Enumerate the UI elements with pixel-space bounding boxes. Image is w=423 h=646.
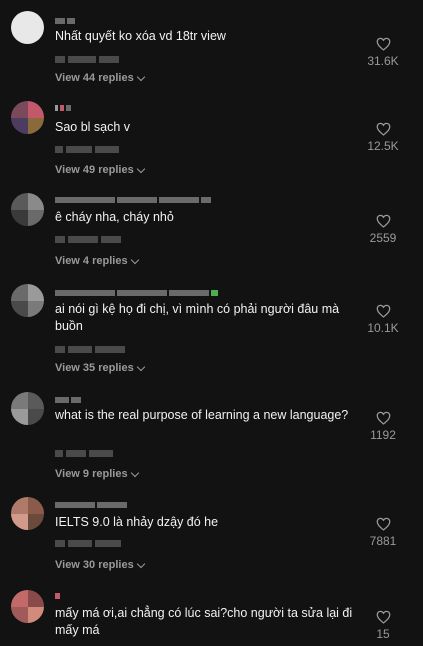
avatar[interactable] [11, 193, 44, 226]
chevron-down-icon [130, 468, 139, 477]
like-count: 31.6K [367, 54, 399, 68]
username-blurred[interactable] [55, 501, 127, 509]
like-count: 1192 [370, 428, 396, 442]
like-count: 2559 [369, 231, 397, 245]
username-blurred[interactable] [55, 592, 60, 600]
avatar[interactable] [11, 11, 44, 44]
view-replies-label: View 49 replies [55, 164, 134, 176]
comment-item: IELTS 9.0 là nhảy dzậy đó he View 30 rep… [0, 497, 423, 577]
comment-meta-blurred [55, 539, 121, 547]
like-button[interactable]: 15 [359, 610, 407, 641]
heart-outline-icon [376, 214, 390, 228]
view-replies-button[interactable]: View 35 replies [55, 362, 145, 374]
comment-text: ai nói gì kệ họ đi chị, vì mình có phải … [55, 302, 340, 333]
like-count: 15 [376, 627, 390, 641]
comment-text: ê cháy nha, cháy nhỏ [55, 210, 174, 224]
like-button[interactable]: 10.1K [359, 304, 407, 335]
view-replies-button[interactable]: View 30 replies [55, 559, 145, 571]
view-replies-button[interactable]: View 4 replies [55, 255, 139, 267]
avatar[interactable] [11, 284, 44, 317]
avatar[interactable] [11, 590, 44, 623]
chevron-down-icon [136, 72, 145, 81]
view-replies-button[interactable]: View 44 replies [55, 72, 145, 84]
chevron-down-icon [136, 362, 145, 371]
username-blurred[interactable] [55, 289, 218, 297]
like-button[interactable]: 12.5K [359, 122, 407, 153]
heart-outline-icon [376, 304, 390, 318]
username-blurred[interactable] [55, 104, 71, 112]
comment-item: ai nói gì kệ họ đi chị, vì mình có phải … [0, 284, 423, 384]
view-replies-label: View 9 replies [55, 468, 128, 480]
like-button[interactable]: 2559 [359, 214, 407, 245]
like-count: 12.5K [367, 139, 399, 153]
view-replies-button[interactable]: View 49 replies [55, 164, 145, 176]
comment-text: Sao bl sạch v [55, 120, 131, 134]
heart-outline-icon [376, 37, 390, 51]
like-button[interactable]: 31.6K [359, 37, 407, 68]
view-replies-label: View 35 replies [55, 362, 134, 374]
like-count: 10.1K [367, 321, 399, 335]
heart-outline-icon [376, 517, 390, 531]
username-blurred[interactable] [55, 196, 211, 204]
comment-item: mấy má ơi,ai chẳng có lúc sai?cho người … [0, 590, 423, 646]
view-replies-button[interactable]: View 9 replies [55, 468, 139, 480]
comment-meta-blurred [55, 449, 113, 457]
comment-text: what is the real purpose of learning a n… [55, 408, 349, 422]
comment-item: Nhất quyết ko xóa vd 18tr view View 44 r… [0, 11, 423, 91]
username-blurred[interactable] [55, 396, 81, 404]
like-count: 7881 [369, 534, 397, 548]
view-replies-label: View 30 replies [55, 559, 134, 571]
comment-item: Sao bl sạch v View 49 replies 12.5K [0, 101, 423, 181]
avatar[interactable] [11, 497, 44, 530]
avatar[interactable] [11, 392, 44, 425]
comment-list: Nhất quyết ko xóa vd 18tr view View 44 r… [0, 0, 423, 646]
comment-text: mấy má ơi,ai chẳng có lúc sai?cho người … [55, 606, 353, 637]
heart-outline-icon [376, 411, 390, 425]
view-replies-label: View 4 replies [55, 255, 128, 267]
comment-item: what is the real purpose of learning a n… [0, 392, 423, 487]
chevron-down-icon [136, 559, 145, 568]
comment-meta-blurred [55, 235, 121, 243]
username-blurred[interactable] [55, 17, 75, 25]
like-button[interactable]: 7881 [359, 517, 407, 548]
chevron-down-icon [136, 164, 145, 173]
comment-meta-blurred [55, 145, 119, 153]
heart-outline-icon [376, 610, 390, 624]
chevron-down-icon [130, 255, 139, 264]
comment-item: ê cháy nha, cháy nhỏ View 4 replies 2559 [0, 193, 423, 273]
comment-text: Nhất quyết ko xóa vd 18tr view [55, 29, 226, 43]
comment-meta-blurred [55, 345, 125, 353]
view-replies-label: View 44 replies [55, 72, 134, 84]
comment-text: IELTS 9.0 là nhảy dzậy đó he [55, 515, 219, 529]
avatar[interactable] [11, 101, 44, 134]
heart-outline-icon [376, 122, 390, 136]
like-button[interactable]: 1192 [359, 411, 407, 442]
comment-meta-blurred [55, 55, 119, 63]
